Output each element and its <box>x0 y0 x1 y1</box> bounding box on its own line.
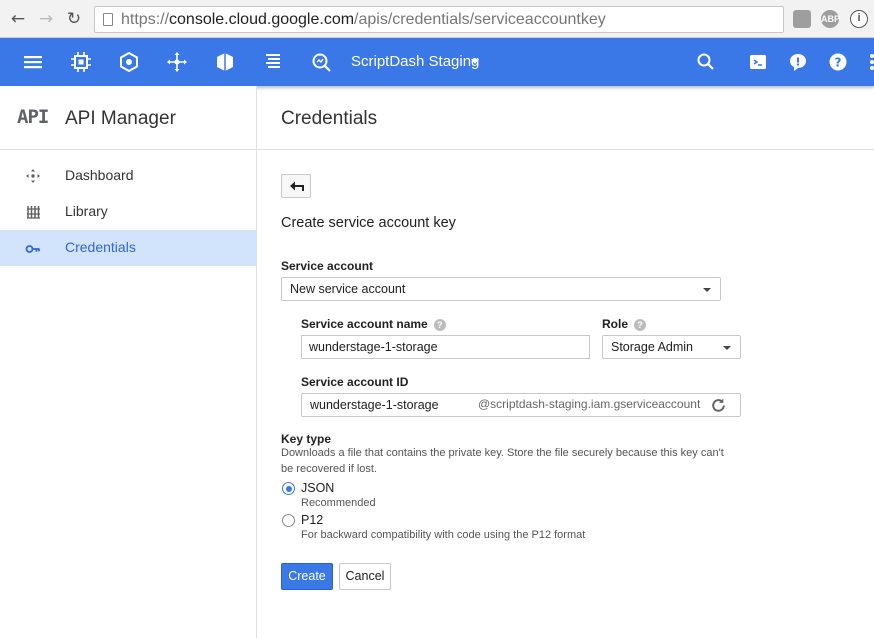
key-type-label: Key type <box>281 432 332 446</box>
role-select[interactable]: Storage Admin <box>602 335 741 359</box>
p12-radio[interactable] <box>282 514 295 527</box>
api-logo: API <box>17 106 49 128</box>
notifications-icon[interactable] <box>786 50 810 74</box>
sidebar-item-library[interactable]: Library <box>0 194 256 230</box>
page-title: Credentials <box>281 108 378 129</box>
app-engine-icon[interactable] <box>117 50 141 74</box>
json-option-sub: Recommended <box>301 497 376 509</box>
account-id-suffix: @scriptdash-staging.iam.gserviceaccount <box>478 397 701 411</box>
help-icon[interactable]: ? <box>826 50 850 74</box>
key-type-description: Downloads a file that contains the priva… <box>281 447 724 475</box>
url-scheme: https:// <box>121 11 170 28</box>
page-icon <box>103 13 113 26</box>
compute-chip-icon[interactable] <box>69 50 93 74</box>
more-vert-icon[interactable] <box>866 50 874 74</box>
p12-option-sub: For backward compatibility with code usi… <box>301 529 586 541</box>
back-button[interactable] <box>281 174 311 198</box>
browser-toolbar: ← → ↻ https://console.cloud.google.com/a… <box>0 0 874 38</box>
p12-option-label[interactable]: P12 <box>301 513 323 527</box>
cloud-shell-icon[interactable] <box>746 50 770 74</box>
service-account-select[interactable]: New service account <box>281 277 721 301</box>
section-title: Create service account key <box>281 215 456 231</box>
service-account-label: Service account <box>281 259 374 273</box>
create-button[interactable]: Create <box>281 563 333 590</box>
storage-cube-icon[interactable] <box>213 50 237 74</box>
help-icon[interactable]: ? <box>634 319 647 331</box>
dashboard-icon <box>26 169 40 183</box>
sidebar-item-label: Dashboard <box>65 167 134 183</box>
main-header: Credentials <box>257 86 874 150</box>
chevron-down-icon[interactable] <box>471 59 479 64</box>
sidebar-item-label: Credentials <box>65 239 136 255</box>
account-name-label: Service account name? <box>301 317 446 331</box>
app-bar: ScriptDash Staging ? <box>0 38 874 86</box>
back-arrow-icon[interactable]: ← <box>8 9 28 29</box>
adblock-icon[interactable]: ABP <box>821 10 840 28</box>
help-icon[interactable]: ? <box>433 319 446 331</box>
extension-puzzle-icon[interactable] <box>793 10 811 28</box>
forward-arrow-icon[interactable]: → <box>36 9 56 29</box>
library-icon <box>27 206 40 219</box>
chevron-down-icon <box>723 346 731 350</box>
sidebar-item-credentials[interactable]: Credentials <box>0 230 256 266</box>
menu-icon[interactable] <box>21 50 45 74</box>
account-id-label: Service account ID <box>301 375 409 389</box>
address-bar[interactable]: https://console.cloud.google.com/apis/cr… <box>94 6 784 33</box>
url-host: console.cloud.google.com <box>169 11 355 28</box>
role-label-text: Role <box>602 317 629 331</box>
sidebar-item-label: Library <box>65 203 108 219</box>
role-label: Role? <box>602 317 647 331</box>
search-icon[interactable] <box>694 50 718 74</box>
account-name-label-text: Service account name <box>301 317 428 331</box>
role-value: Storage Admin <box>611 340 693 354</box>
chevron-down-icon <box>703 288 711 292</box>
logs-list-icon[interactable] <box>261 50 285 74</box>
json-radio[interactable] <box>282 482 295 495</box>
json-option-label[interactable]: JSON <box>301 481 334 495</box>
monitoring-search-icon[interactable] <box>309 50 333 74</box>
account-name-input[interactable] <box>301 335 590 359</box>
refresh-icon[interactable] <box>710 397 727 414</box>
info-icon[interactable]: i <box>850 10 868 28</box>
sidebar-item-dashboard[interactable]: Dashboard <box>0 158 256 194</box>
url-text[interactable]: https://console.cloud.google.com/apis/cr… <box>121 11 606 29</box>
sidebar-title: API Manager <box>65 108 176 129</box>
svg-text:?: ? <box>835 55 842 69</box>
service-account-value: New service account <box>290 282 406 296</box>
sidebar-header: API API Manager <box>0 86 256 150</box>
key-icon <box>25 245 40 253</box>
reload-icon[interactable]: ↻ <box>64 9 84 29</box>
project-selector[interactable]: ScriptDash Staging <box>351 53 479 70</box>
back-arrow-icon <box>290 181 304 191</box>
sidebar: API API Manager Dashboard Library Creden… <box>0 86 257 638</box>
account-id-value[interactable]: wunderstage-1-storage <box>310 398 439 412</box>
cancel-button[interactable]: Cancel <box>339 563 391 590</box>
url-path: /apis/credentials/serviceaccountkey <box>354 11 606 28</box>
network-icon[interactable] <box>165 50 189 74</box>
